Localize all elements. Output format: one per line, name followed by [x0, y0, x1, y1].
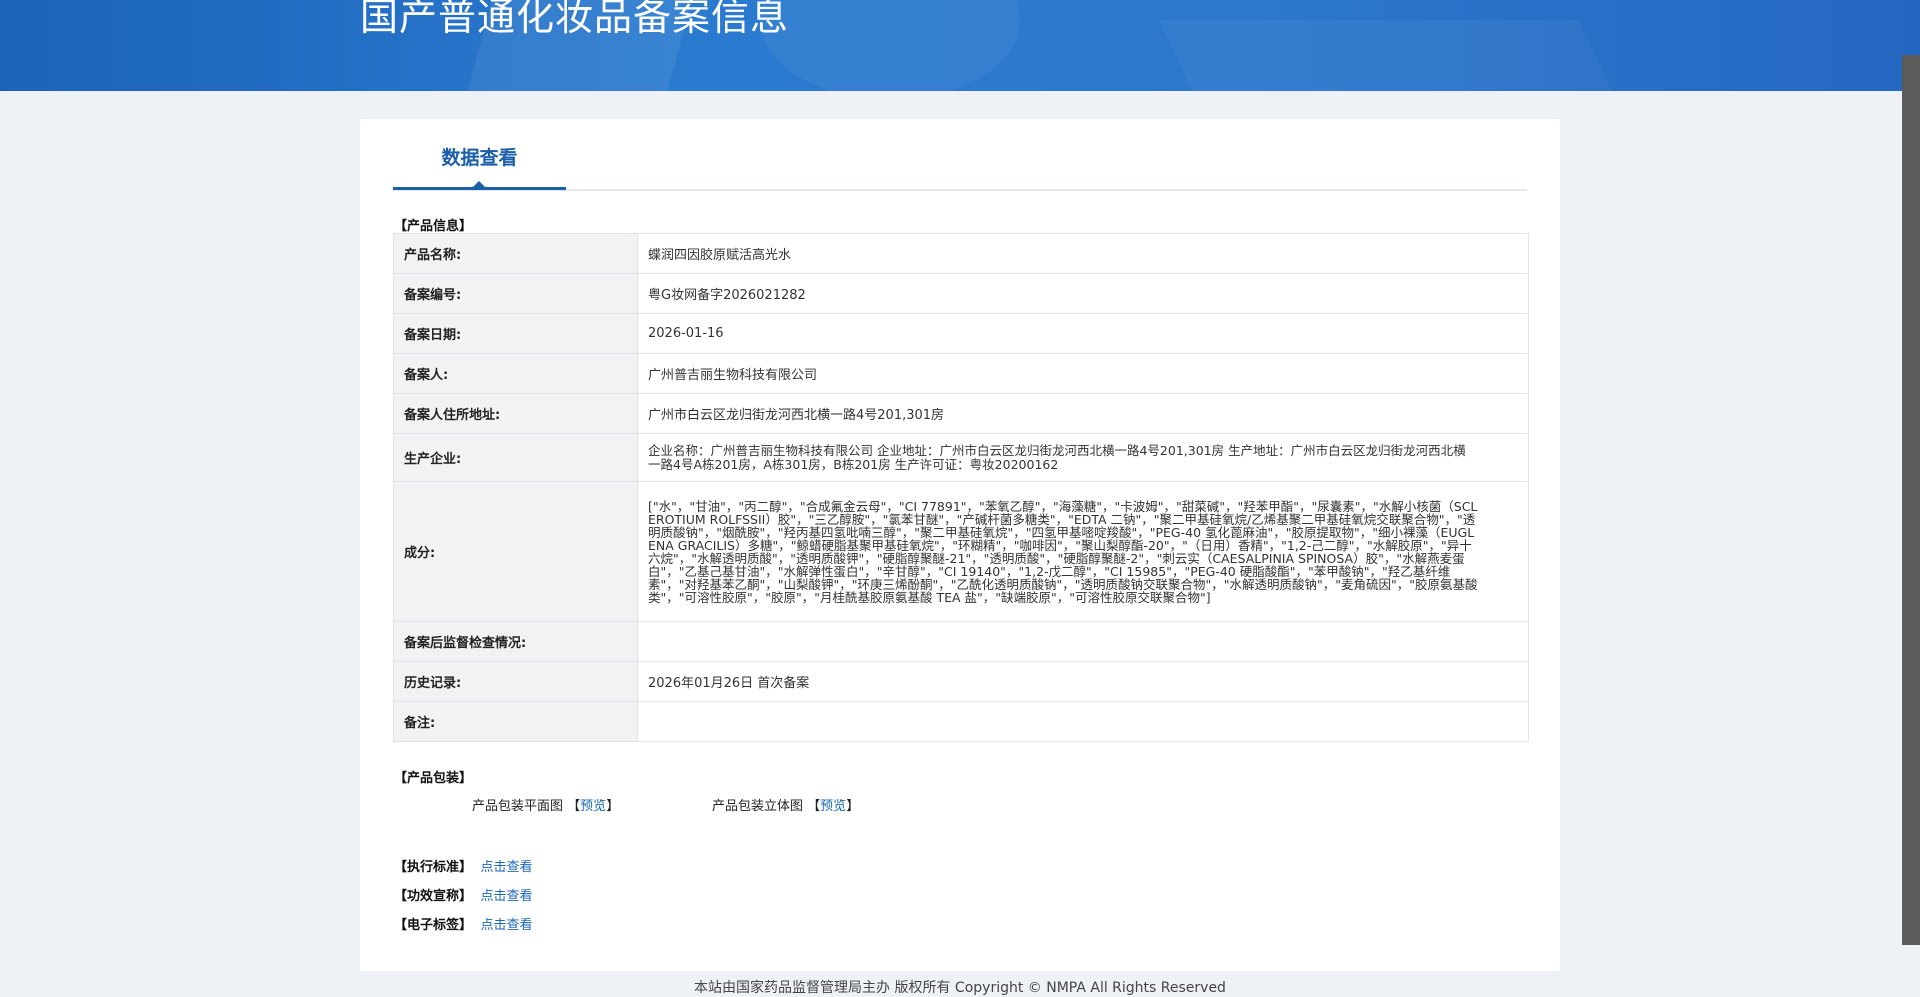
tab-label: 数据查看 [441, 147, 518, 169]
elabel-label: 【电子标签】 [394, 918, 473, 933]
header-banner: 国产普通化妆品备案信息 [0, 0, 1920, 91]
tab-data-view[interactable]: 数据查看 [393, 143, 566, 190]
row-label: 产品名称: [393, 233, 638, 274]
standard-view-link[interactable]: 点击查看 [481, 860, 533, 875]
efficacy-view-link[interactable]: 点击查看 [481, 889, 533, 904]
table-row: 产品名称: 蝶润四因胶原赋活高光水 [393, 233, 1529, 274]
standard-label: 【执行标准】 [394, 860, 473, 875]
history: 2026年01月26日 首次备案 [637, 661, 1529, 702]
preview-solid-link[interactable]: 预览 [820, 799, 846, 814]
row-label: 备案人: [393, 353, 638, 394]
remarks [637, 701, 1529, 742]
section-product-info: 【产品信息】 [394, 219, 473, 234]
table-row: 备注: [393, 701, 1529, 742]
tab-bar: 数据查看 [393, 119, 1527, 191]
tab-active-indicator [472, 181, 486, 188]
table-row: 备案日期: 2026-01-16 [393, 313, 1529, 354]
bracket: 】 [606, 799, 620, 814]
package-solid-label: 产品包装立体图 [712, 799, 804, 814]
product-name: 蝶润四因胶原赋活高光水 [637, 233, 1529, 274]
filing-date: 2026-01-16 [637, 313, 1529, 354]
manufacturer: 企业名称：广州普吉丽生物科技有限公司 企业地址：广州市白云区龙归街龙河西北横一路… [637, 433, 1529, 482]
footer-copyright: 本站由国家药品监督管理局主办 版权所有 Copyright © NMPA All… [694, 980, 1226, 996]
row-label: 备案后监督检查情况: [393, 621, 638, 662]
row-label: 备注: [393, 701, 638, 742]
row-label: 成分: [393, 481, 638, 622]
filing-number: 粤G妆网备字2026021282 [637, 273, 1529, 314]
row-label: 备案编号: [393, 273, 638, 314]
row-label: 备案日期: [393, 313, 638, 354]
content-card: 数据查看 【产品信息】 产品名称: 蝶润四因胶原赋活高光水 备案编号: 粤G妆网… [360, 119, 1560, 971]
package-solid: 产品包装立体图 【预览】 [712, 795, 859, 814]
preview-flat-link[interactable]: 预览 [580, 799, 606, 814]
bracket: 【 [807, 799, 821, 814]
bracket: 【 [567, 799, 581, 814]
section-standard: 【执行标准】 点击查看 [394, 856, 533, 875]
row-label: 历史记录: [393, 661, 638, 702]
page-title: 国产普通化妆品备案信息 [360, 0, 790, 39]
filer: 广州普吉丽生物科技有限公司 [637, 353, 1529, 394]
banner-decoration [760, 0, 1020, 91]
row-label: 备案人住所地址: [393, 393, 638, 434]
banner-decoration [1159, 20, 1621, 91]
table-row: 生产企业: 企业名称：广州普吉丽生物科技有限公司 企业地址：广州市白云区龙归街龙… [393, 433, 1529, 482]
efficacy-label: 【功效宣称】 [394, 889, 473, 904]
table-row: 备案后监督检查情况: [393, 621, 1529, 662]
ingredients: ["水"，"甘油"，"丙二醇"，"合成氟金云母"，"CI 77891"，"苯氧乙… [637, 481, 1529, 622]
scrollbar[interactable] [1902, 55, 1920, 945]
package-flat-label: 产品包装平面图 [472, 799, 564, 814]
table-row: 备案人住所地址: 广州市白云区龙归街龙河西北横一路4号201,301房 [393, 393, 1529, 434]
section-elabel: 【电子标签】 点击查看 [394, 914, 533, 933]
filer-address: 广州市白云区龙归街龙河西北横一路4号201,301房 [637, 393, 1529, 434]
table-row: 备案编号: 粤G妆网备字2026021282 [393, 273, 1529, 314]
elabel-view-link[interactable]: 点击查看 [481, 918, 533, 933]
post-inspection [637, 621, 1529, 662]
section-efficacy: 【功效宣称】 点击查看 [394, 885, 533, 904]
table-row: 备案人: 广州普吉丽生物科技有限公司 [393, 353, 1529, 394]
package-flat: 产品包装平面图 【预览】 [472, 795, 619, 814]
table-row: 历史记录: 2026年01月26日 首次备案 [393, 661, 1529, 702]
table-row: 成分: ["水"，"甘油"，"丙二醇"，"合成氟金云母"，"CI 77891"，… [393, 481, 1529, 622]
section-product-package: 【产品包装】 [394, 771, 473, 786]
product-info-table: 产品名称: 蝶润四因胶原赋活高光水 备案编号: 粤G妆网备字2026021282… [393, 233, 1529, 742]
bracket: 】 [846, 799, 860, 814]
row-label: 生产企业: [393, 433, 638, 482]
